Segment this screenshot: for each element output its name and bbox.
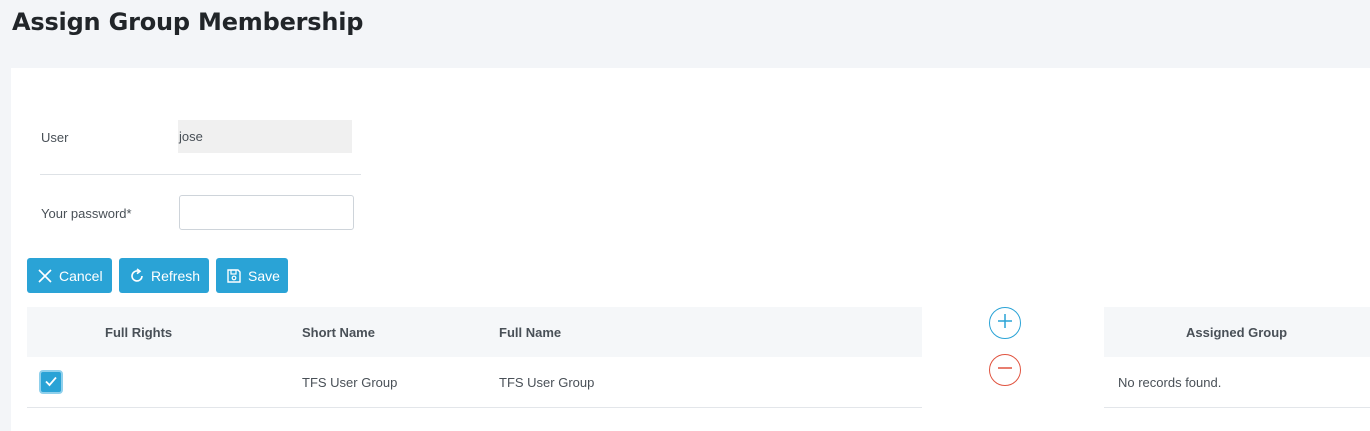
save-label: Save: [248, 267, 280, 284]
check-icon: [44, 374, 58, 391]
empty-row: No records found.: [1104, 357, 1370, 408]
user-label: User: [41, 130, 69, 145]
close-icon: [37, 268, 53, 284]
table-row[interactable]: TFS User Group TFS User Group: [27, 357, 922, 408]
save-button[interactable]: Save: [216, 258, 288, 293]
groups-table-header: Full Rights Short Name Full Name: [27, 307, 922, 357]
password-input[interactable]: [179, 195, 354, 230]
full-name-cell: TFS User Group: [499, 375, 595, 390]
groups-table: Full Rights Short Name Full Name TFS Use…: [27, 307, 922, 408]
empty-message: No records found.: [1118, 375, 1222, 390]
assigned-groups-table: Assigned Group No records found.: [1104, 307, 1370, 408]
remove-group-button[interactable]: [989, 354, 1021, 386]
column-header-assigned-group[interactable]: Assigned Group: [1186, 325, 1287, 340]
form-divider: [40, 174, 361, 175]
add-group-button[interactable]: [989, 307, 1021, 339]
refresh-label: Refresh: [151, 267, 201, 284]
save-icon: [226, 268, 242, 284]
column-header-full-name[interactable]: Full Name: [499, 325, 561, 340]
assigned-table-header: Assigned Group: [1104, 307, 1370, 357]
short-name-cell: TFS User Group: [302, 375, 398, 390]
password-label: Your password*: [41, 206, 132, 221]
minus-icon: [997, 360, 1013, 381]
refresh-button[interactable]: Refresh: [119, 258, 209, 293]
cancel-button[interactable]: Cancel: [27, 258, 112, 293]
page-title: Assign Group Membership: [12, 8, 364, 36]
membership-card: User jose Your password* Cancel Refresh …: [11, 68, 1370, 431]
column-header-full-rights[interactable]: Full Rights: [105, 325, 172, 340]
full-rights-checkbox[interactable]: [39, 370, 63, 394]
plus-icon: [997, 313, 1013, 334]
refresh-icon: [129, 267, 145, 284]
user-field: jose: [178, 120, 352, 153]
cancel-label: Cancel: [59, 267, 103, 284]
column-header-short-name[interactable]: Short Name: [302, 325, 375, 340]
